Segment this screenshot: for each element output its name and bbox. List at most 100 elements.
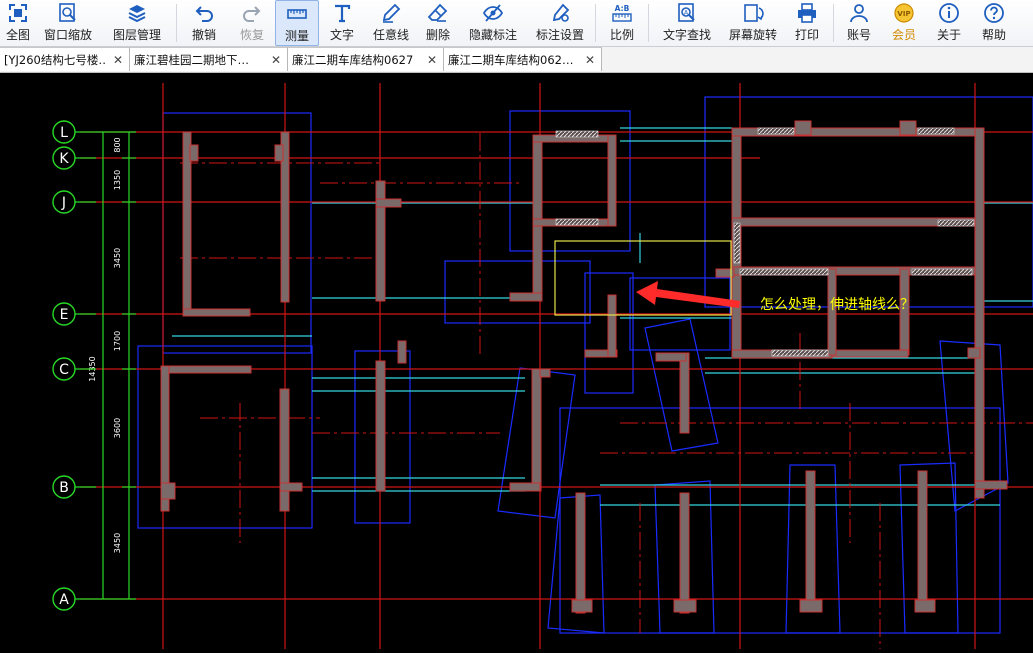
- wall: [831, 349, 909, 358]
- measure-icon: [286, 3, 308, 25]
- toolbar-button-hide-annotation[interactable]: 隐藏标注: [459, 0, 527, 46]
- toolbar-button-label: 账号: [846, 28, 871, 42]
- toolbar-button-print[interactable]: 打印: [783, 0, 831, 46]
- close-tab-icon[interactable]: ✕: [427, 53, 437, 67]
- axis-label: L: [60, 125, 68, 141]
- toolbar-button-about[interactable]: 关于: [926, 0, 972, 46]
- toolbar-button-label: 屏幕旋转: [728, 28, 777, 42]
- axis-label: B: [59, 480, 69, 496]
- toolbar-button-annotation-settings[interactable]: 标注设置: [527, 0, 593, 46]
- svg-text:A:B: A:B: [615, 4, 630, 13]
- wall: [279, 388, 290, 512]
- document-tab[interactable]: 廉江碧桂园二期地下… ✕: [130, 47, 288, 71]
- toolbar-button-label: 全图: [5, 28, 30, 42]
- document-tab-title: 廉江二期车库结构0627: [292, 52, 414, 67]
- axis-label: J: [61, 195, 66, 211]
- column: [571, 599, 593, 613]
- canvas-background: [0, 73, 1033, 649]
- toolbar-button-vip[interactable]: VIP 会员: [882, 0, 926, 46]
- toolbar-separator: [176, 4, 177, 42]
- about-icon: [938, 2, 960, 24]
- toolbar-button-screen-rotate[interactable]: 屏幕旋转: [723, 0, 783, 46]
- toolbar-button-account[interactable]: 账号: [836, 0, 882, 46]
- toolbar-button-label: 恢复: [239, 28, 264, 42]
- column: [160, 482, 176, 500]
- hatched-strip: [917, 127, 955, 135]
- toolbar-button-label: 关于: [936, 28, 961, 42]
- dimension-label: 800: [113, 137, 122, 152]
- toolbar-button-text[interactable]: 文字: [319, 0, 365, 46]
- toolbar-button-scale[interactable]: A:B 比例: [598, 0, 646, 46]
- toolbar-button-label: 测量: [284, 29, 309, 43]
- toolbar-button-redo[interactable]: 恢复: [229, 0, 275, 46]
- account-icon: [848, 2, 870, 24]
- document-tab[interactable]: 廉江二期车库结构0627 ✕: [288, 47, 444, 71]
- wall: [532, 134, 543, 301]
- document-tab-title: 廉江碧桂园二期地下…: [134, 52, 249, 67]
- document-tab[interactable]: [YJ260结构七号楼… ✕: [0, 47, 130, 71]
- toolbar-button-help[interactable]: 帮助: [972, 0, 1016, 46]
- annotation-text[interactable]: 怎么处理，伸进轴线么？: [760, 297, 914, 313]
- hatched-strip: [739, 268, 829, 276]
- toolbar-separator: [833, 4, 834, 42]
- toolbar-button-label: 打印: [794, 28, 819, 42]
- cad-drawing[interactable]: 8001350345017001435036003450 LKJECBA 怎么处…: [0, 73, 1033, 649]
- document-tab[interactable]: 廉江二期车库结构062… ✕: [444, 47, 602, 71]
- column: [794, 120, 812, 136]
- wall: [509, 292, 543, 302]
- toolbar-button-label: 图层管理: [112, 28, 161, 42]
- axis-label: E: [60, 307, 69, 323]
- column: [279, 482, 303, 492]
- dimension-label: 3600: [113, 418, 122, 438]
- scale-icon: A:B: [611, 2, 633, 24]
- document-tab-bar: [YJ260结构七号楼… ✕ 廉江碧桂园二期地下… ✕ 廉江二期车库结构0627 ✕ 廉江二…: [0, 47, 1033, 73]
- axis-label: K: [59, 151, 69, 167]
- wall: [575, 492, 586, 614]
- drawing-canvas[interactable]: 800 1350 3450 1700 14350 3600 3450 LKJECBA 怎么处…: [0, 73, 1033, 649]
- toolbar-button-label: 窗口缩放: [43, 28, 92, 42]
- document-tab-title: [YJ260结构七号楼…: [4, 52, 105, 67]
- toolbar-button-freehand-line[interactable]: 任意线: [365, 0, 417, 46]
- undo-icon: [193, 2, 215, 24]
- column: [914, 599, 936, 613]
- toolbar-button-window-zoom[interactable]: 窗口缩放: [36, 0, 100, 46]
- wall: [679, 492, 690, 614]
- toolbar-button-label: 文字查找: [662, 28, 711, 42]
- toolbar-button-layers[interactable]: 图层管理: [100, 0, 174, 46]
- hatched-strip: [733, 222, 741, 264]
- column: [974, 480, 1008, 490]
- column: [899, 120, 917, 136]
- close-tab-icon[interactable]: ✕: [585, 53, 595, 67]
- wall: [917, 470, 928, 612]
- toolbar-separator: [595, 4, 596, 42]
- toolbar-button-eraser[interactable]: 删除: [417, 0, 459, 46]
- toolbar-button-label: 文字: [329, 28, 354, 42]
- print-icon: [796, 2, 818, 24]
- vip-icon: VIP: [893, 2, 915, 24]
- column: [375, 198, 402, 208]
- toolbar-button-label: 标注设置: [535, 28, 584, 42]
- column: [655, 352, 687, 362]
- close-tab-icon[interactable]: ✕: [113, 53, 123, 67]
- freehand-line-icon: [380, 2, 402, 24]
- toolbar-button-measure[interactable]: 测量: [275, 0, 319, 46]
- layers-icon: [126, 2, 148, 24]
- close-tab-icon[interactable]: ✕: [271, 53, 281, 67]
- column: [967, 347, 981, 359]
- annotation-settings-icon: [549, 2, 571, 24]
- redo-icon: [241, 2, 263, 24]
- axis-label: C: [59, 362, 69, 378]
- wall: [805, 470, 816, 612]
- toolbar-button-undo[interactable]: 撤销: [179, 0, 229, 46]
- wall: [974, 127, 985, 499]
- axis-label: A: [59, 592, 69, 608]
- toolbar-button-fit-all[interactable]: 全图: [0, 0, 36, 46]
- toolbar-button-label: 删除: [425, 28, 450, 42]
- help-icon: [983, 2, 1005, 24]
- hide-annotation-icon: [482, 2, 504, 24]
- hatched-strip: [555, 218, 599, 226]
- fit-all-icon: [7, 2, 29, 24]
- hatched-strip: [555, 130, 599, 138]
- toolbar-button-label: 任意线: [372, 28, 409, 42]
- toolbar-button-text-search[interactable]: A 文字查找: [651, 0, 723, 46]
